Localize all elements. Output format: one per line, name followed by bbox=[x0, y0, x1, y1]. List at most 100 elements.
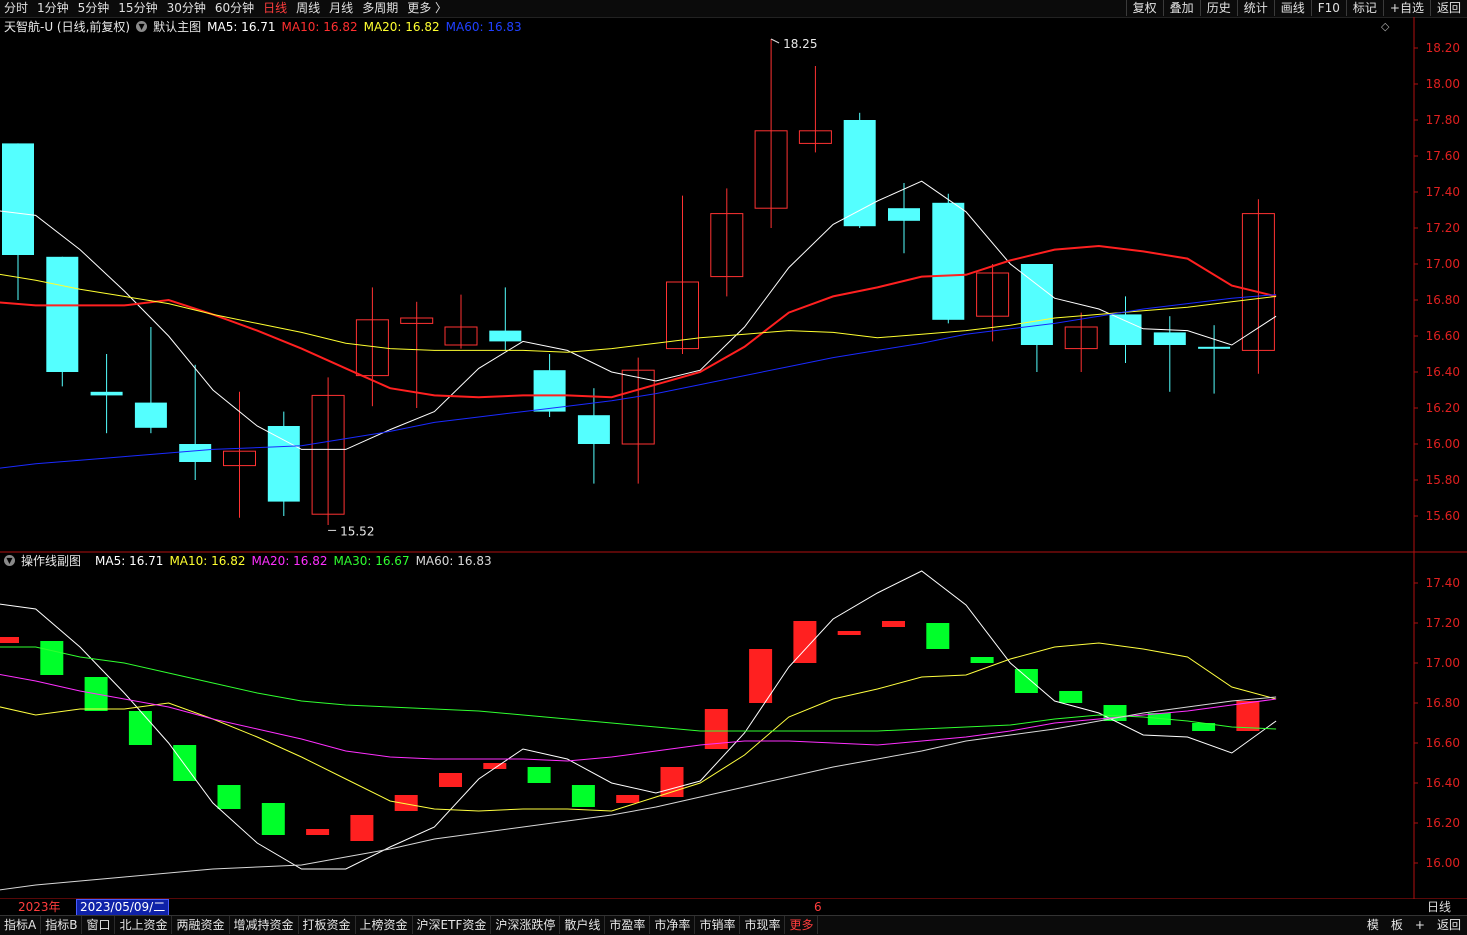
period-tab-9[interactable]: 多周期 bbox=[362, 0, 398, 16]
indicator-tab-3[interactable]: 北上资金 bbox=[115, 916, 173, 934]
sub-legend-ma30: MA30: 16.67 bbox=[333, 554, 410, 568]
y-tick-label: 15.80 bbox=[1426, 473, 1460, 487]
sub-chart-title[interactable]: 操作线副图 bbox=[21, 553, 81, 569]
legend-ma60: MA60: 16.83 bbox=[445, 20, 522, 34]
toolbar-button-8[interactable]: 返回 bbox=[1429, 0, 1467, 16]
panel-main: 15.60 15.80 16.00 16.20 16.40 16.60 16.80 17.00… bbox=[0, 37, 1460, 538]
sub-box-up bbox=[439, 773, 462, 787]
bottom-button-2[interactable]: + bbox=[1409, 916, 1431, 934]
sub-ma-line-ma10 bbox=[0, 642, 1277, 812]
indicator-tab-9[interactable]: 沪深涨跌停 bbox=[491, 916, 561, 934]
sub-box-down bbox=[261, 803, 285, 835]
panel-sub: 16.00 16.20 16.40 16.60 16.80 17.00 17.20 17.40 bbox=[0, 570, 1460, 891]
period-tab-10[interactable]: 更多 〉 bbox=[407, 0, 447, 16]
indicator-tab-1[interactable]: 指标B bbox=[41, 916, 83, 934]
sub-legend-ma10: MA10: 16.82 bbox=[169, 554, 246, 568]
candle-body-down bbox=[2, 143, 34, 255]
y-tick-label: 17.00 bbox=[1426, 656, 1460, 670]
period-tab-2[interactable]: 5分钟 bbox=[78, 0, 110, 16]
toolbar-button-3[interactable]: 统计 bbox=[1236, 0, 1274, 16]
toolbar-right-buttons: 复权 叠加 历史 统计 画线 F10 标记 +自选 返回 bbox=[1125, 0, 1467, 16]
y-tick-label: 16.80 bbox=[1426, 293, 1460, 307]
y-tick-label: 17.40 bbox=[1426, 185, 1460, 199]
indicator-tab-11[interactable]: 市盈率 bbox=[605, 916, 651, 934]
indicator-tab-2[interactable]: 窗口 bbox=[82, 916, 116, 934]
sub-box-up bbox=[0, 637, 19, 643]
annotation-label: 18.25 bbox=[783, 37, 817, 51]
indicator-tab-0[interactable]: 指标A bbox=[0, 916, 42, 934]
period-tab-0[interactable]: 分时 bbox=[4, 0, 28, 16]
toolbar-button-6[interactable]: 标记 bbox=[1345, 0, 1383, 16]
indicator-tabs: 指标A 指标B 窗口 北上资金 两融资金 增减持资金 打板资金 上榜资金 沪深ETF资金 沪深涨跌… bbox=[0, 916, 819, 934]
indicator-tab-5[interactable]: 增减持资金 bbox=[230, 916, 299, 934]
toolbar-button-7[interactable]: +自选 bbox=[1382, 0, 1430, 16]
sub-ma-line-ma60 bbox=[0, 696, 1277, 891]
candle-body-down bbox=[888, 208, 920, 221]
candle-body-down bbox=[267, 426, 300, 502]
candle-body-down bbox=[533, 370, 566, 412]
bottom-button-0[interactable]: 模 bbox=[1361, 916, 1385, 934]
candle-body-down bbox=[46, 256, 79, 372]
stock-chart[interactable]: 15.60 15.80 16.00 16.20 16.40 16.60 16.80 17.00… bbox=[0, 17, 1467, 899]
bottom-button-1[interactable]: 板 bbox=[1385, 916, 1409, 934]
indicator-tab-8[interactable]: 沪深ETF资金 bbox=[413, 916, 492, 934]
indicator-tab-6[interactable]: 打板资金 bbox=[299, 916, 356, 934]
y-tick-label: 16.40 bbox=[1426, 365, 1460, 379]
toolbar-button-1[interactable]: 叠加 bbox=[1162, 0, 1200, 16]
sub-box-down bbox=[527, 767, 551, 783]
period-label[interactable]: 日线 bbox=[1427, 900, 1451, 915]
period-tab-4[interactable]: 30分钟 bbox=[167, 0, 206, 16]
sub-box-up bbox=[749, 649, 773, 703]
y-tick-label: 18.00 bbox=[1426, 77, 1460, 91]
toolbar-button-0[interactable]: 复权 bbox=[1125, 0, 1163, 16]
sub-box-down bbox=[217, 785, 241, 809]
candle-body-down bbox=[179, 444, 212, 462]
period-tab-1[interactable]: 1分钟 bbox=[37, 0, 69, 16]
bottom-right-buttons: 模板 + 返回 bbox=[1361, 916, 1467, 934]
y-tick-label: 16.80 bbox=[1426, 696, 1460, 710]
candle-body-down bbox=[577, 415, 610, 444]
indicator-tab-bar: 指标A 指标B 窗口 北上资金 两融资金 增减持资金 打板资金 上榜资金 沪深ETF资金 沪深涨跌… bbox=[0, 915, 1467, 935]
candle-body-down bbox=[1153, 332, 1186, 345]
sub-box-up bbox=[394, 795, 418, 811]
sub-box-up bbox=[837, 631, 861, 635]
sub-box-down bbox=[926, 623, 950, 649]
sub-ma-line-ma30 bbox=[0, 646, 1277, 732]
dropdown-icon[interactable]: ▼ bbox=[4, 555, 15, 566]
indicator-tab-15[interactable]: 更多 bbox=[785, 916, 819, 934]
sub-box-up bbox=[306, 829, 330, 835]
period-tab-5[interactable]: 60分钟 bbox=[215, 0, 254, 16]
period-tabs: 分时 1分钟 5分钟 15分钟 30分钟 60分钟 日线 周线 月线 多周期 更多 〉 bbox=[4, 0, 447, 16]
y-tick-label: 17.00 bbox=[1426, 257, 1460, 271]
bottom-button-3[interactable]: 返回 bbox=[1431, 916, 1467, 934]
period-tab-6[interactable]: 日线 bbox=[263, 0, 287, 16]
sub-box-down bbox=[40, 641, 64, 675]
cursor-date-box: 2023/05/09/二 bbox=[76, 899, 170, 916]
toolbar-button-4[interactable]: 画线 bbox=[1273, 0, 1311, 16]
y-tick-label: 17.40 bbox=[1426, 576, 1460, 590]
indicator-tab-13[interactable]: 市销率 bbox=[695, 916, 741, 934]
sub-box-up bbox=[616, 795, 640, 803]
indicator-tab-10[interactable]: 散户线 bbox=[560, 916, 606, 934]
sub-box-up bbox=[793, 621, 817, 663]
indicator-tab-14[interactable]: 市现率 bbox=[740, 916, 786, 934]
legend-ma10: MA10: 16.82 bbox=[281, 20, 358, 34]
candle-body-down bbox=[1198, 346, 1231, 349]
sub-box-down bbox=[1014, 669, 1038, 693]
period-tab-7[interactable]: 周线 bbox=[296, 0, 320, 16]
toolbar-button-5[interactable]: F10 bbox=[1310, 0, 1346, 16]
indicator-tab-7[interactable]: 上榜资金 bbox=[356, 916, 413, 934]
sub-legend-ma20: MA20: 16.82 bbox=[251, 554, 328, 568]
indicator-tab-12[interactable]: 市净率 bbox=[650, 916, 696, 934]
candle-body-down bbox=[489, 330, 522, 342]
annotation-label: 15.52 bbox=[340, 524, 374, 538]
y-tick-label: 17.80 bbox=[1426, 113, 1460, 127]
dropdown-icon[interactable]: ▼ bbox=[136, 21, 148, 32]
diamond-icon[interactable]: ◇ bbox=[1381, 20, 1389, 33]
period-tab-3[interactable]: 15分钟 bbox=[118, 0, 157, 16]
period-tab-8[interactable]: 月线 bbox=[329, 0, 353, 16]
main-chart-template[interactable]: 默认主图 bbox=[153, 19, 201, 35]
toolbar-button-2[interactable]: 历史 bbox=[1199, 0, 1237, 16]
indicator-tab-4[interactable]: 两融资金 bbox=[172, 916, 230, 934]
month-mark: 6 bbox=[814, 900, 822, 914]
